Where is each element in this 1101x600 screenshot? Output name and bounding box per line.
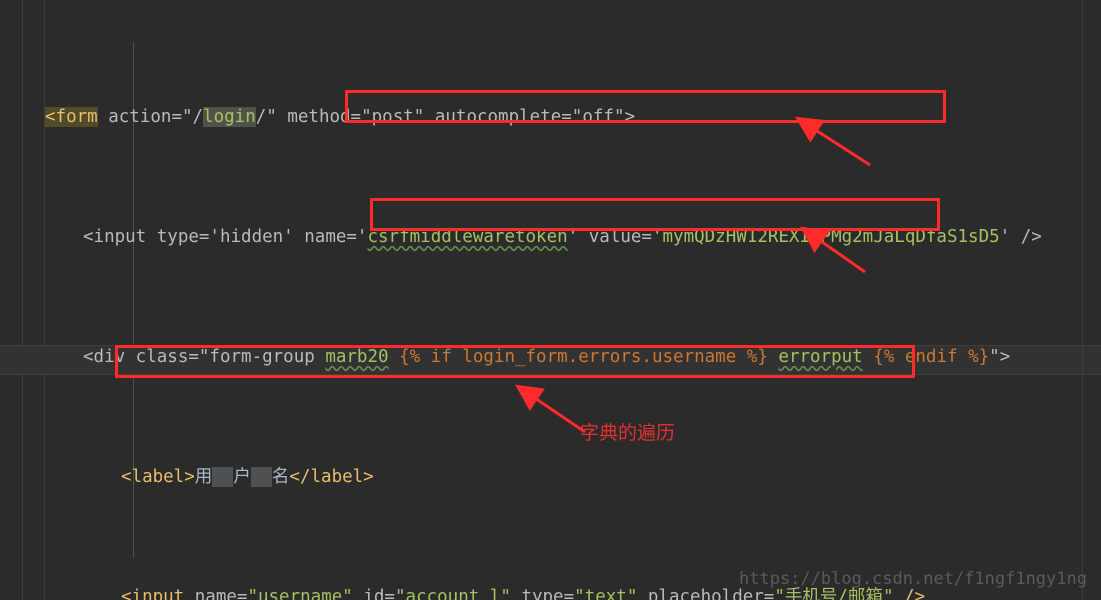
code-line-1[interactable]: <form action="/login/" method="post" aut…: [0, 102, 1101, 132]
label-char-2: 户: [233, 467, 251, 487]
line1-attrs-a: action="/: [97, 107, 204, 127]
label-open-tag-1: <label>: [121, 467, 195, 487]
whitespace-block-1: [212, 467, 234, 487]
errorput-token-1: errorput: [778, 347, 863, 367]
line3-a: <div class="form-group: [83, 347, 326, 367]
csrf-value-token: mymQDzHW12REXIfPMg2mJaLqDfaS1sD5: [662, 227, 1000, 247]
line2-c: ' />: [999, 227, 1042, 247]
line3-c: ">: [989, 347, 1011, 367]
csrf-name-token: csrfmiddlewaretoken: [367, 227, 568, 247]
code-content[interactable]: <form action="/login/" method="post" aut…: [0, 0, 1101, 600]
line1-attrs-b: /" method="post" autocomplete="off">: [255, 107, 636, 127]
login-path-token: login: [203, 107, 256, 127]
label-char-1: 用: [194, 467, 213, 487]
code-line-3[interactable]: <div class="form-group marb20 {% if logi…: [0, 342, 1101, 372]
code-editor[interactable]: <form action="/login/" method="post" aut…: [0, 0, 1101, 600]
label-char-3: 名: [271, 467, 290, 487]
username-name-value: username: [257, 587, 343, 600]
label-close-tag-1: </label>: [289, 467, 374, 487]
whitespace-block-2: [250, 467, 272, 487]
account-id-value: account_l: [405, 587, 501, 600]
username-type-value: text: [584, 587, 627, 600]
line2-a: <input type='hidden' name=': [83, 227, 368, 247]
django-endif-tag-1: {% endif %}: [873, 347, 990, 367]
code-line-2[interactable]: <input type='hidden' name='csrfmiddlewar…: [0, 222, 1101, 252]
form-open-tag: <form: [45, 107, 98, 127]
code-line-4[interactable]: <label>用 户 名</label>: [0, 462, 1101, 492]
django-if-tag-username: {% if login_form.errors.username %}: [399, 347, 768, 367]
marb20-class-token: marb20: [325, 347, 389, 367]
watermark-url: https://blog.csdn.net/f1ngf1ngy1ng: [739, 569, 1087, 589]
line2-b: ' value=': [567, 227, 663, 247]
